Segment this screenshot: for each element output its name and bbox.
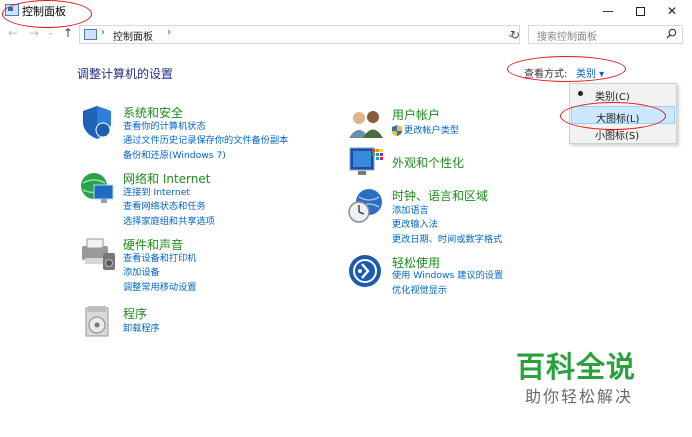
- watermark-subtitle: 助你轻松解决: [525, 387, 634, 406]
- menu-item-small-icons[interactable]: 小图标(S): [571, 124, 675, 142]
- link-change-account-type[interactable]: 更改帐户类型: [404, 124, 459, 137]
- search-placeholder: 搜索控制面板: [537, 32, 597, 43]
- maximize-icon: [635, 6, 645, 16]
- link-connect-internet[interactable]: 连接到 Internet: [123, 186, 190, 199]
- link-change-input-method[interactable]: 更改输入法: [392, 218, 438, 231]
- address-bar[interactable]: › 控制面板 › ⌄: [79, 25, 520, 44]
- page-title: 调整计算机的设置: [77, 67, 174, 81]
- network-globe-icon: [81, 173, 114, 203]
- link-backup-restore[interactable]: 备份和还原(Windows 7): [123, 149, 226, 162]
- watermark-title: 百科全说: [516, 350, 637, 384]
- link-add-language[interactable]: 添加语言: [392, 204, 429, 217]
- minimize-button[interactable]: —: [590, 0, 626, 22]
- menu-item-small-icons-label: 小图标(S): [595, 131, 640, 142]
- category-appearance[interactable]: 外观和个性化: [392, 154, 464, 171]
- search-input[interactable]: 搜索控制面板: [528, 25, 683, 44]
- printer-speaker-icon: [82, 238, 115, 270]
- view-by-dropdown[interactable]: 类别 ▾: [576, 65, 604, 80]
- refresh-icon[interactable]: ↻: [508, 25, 522, 44]
- breadcrumb-control-panel[interactable]: 控制面板: [113, 28, 153, 43]
- menu-item-large-icons-label: 大图标(L): [596, 114, 640, 125]
- control-panel-icon: [5, 4, 19, 16]
- link-optimize-visual-display[interactable]: 优化视觉显示: [392, 284, 447, 297]
- appearance-monitor-icon: [349, 147, 383, 175]
- link-file-history[interactable]: 通过文件历史记录保存你的文件备份副本: [123, 134, 288, 147]
- window-title: 控制面板: [22, 5, 66, 18]
- view-by-menu: 类别(C) 大图标(L) 小图标(S): [569, 83, 677, 144]
- link-homegroup[interactable]: 选择家庭组和共享选项: [123, 215, 215, 228]
- link-windows-suggested-settings[interactable]: 使用 Windows 建议的设置: [392, 269, 503, 282]
- link-view-computer-status[interactable]: 查看你的计算机状态: [123, 120, 206, 133]
- uac-shield-icon: [392, 125, 402, 136]
- link-uninstall-program[interactable]: 卸载程序: [123, 322, 160, 335]
- ease-of-access-icon: [349, 255, 381, 287]
- menu-item-category[interactable]: 类别(C): [571, 85, 675, 103]
- user-accounts-icon: [349, 111, 383, 138]
- link-devices-printers[interactable]: 查看设备和打印机: [123, 252, 197, 265]
- link-add-device[interactable]: 添加设备: [123, 266, 160, 279]
- menu-item-large-icons[interactable]: 大图标(L): [571, 106, 675, 125]
- title-bar: 控制面板 — ✕: [0, 0, 692, 22]
- breadcrumb-separator: ›: [101, 27, 105, 38]
- link-date-time-format[interactable]: 更改日期、时间或数字格式: [392, 233, 502, 246]
- shield-icon: [83, 106, 111, 139]
- recent-dropdown[interactable]: ⌄: [47, 28, 55, 38]
- control-panel-icon: [84, 29, 97, 40]
- category-system-security[interactable]: 系统和安全: [123, 104, 183, 121]
- close-button[interactable]: ✕: [654, 0, 690, 22]
- category-clock-language-region[interactable]: 时钟、语言和区域: [392, 187, 488, 204]
- back-button[interactable]: ←: [8, 26, 18, 40]
- category-user-accounts[interactable]: 用户帐户: [392, 106, 440, 123]
- selected-bullet-icon: [578, 91, 583, 96]
- view-by-label: 查看方式:: [524, 69, 568, 80]
- category-network-internet[interactable]: 网络和 Internet: [123, 170, 210, 187]
- category-hardware-sound[interactable]: 硬件和声音: [123, 236, 183, 253]
- forward-button[interactable]: →: [29, 26, 39, 40]
- menu-item-category-label: 类别(C): [595, 92, 630, 103]
- search-icon[interactable]: [666, 28, 677, 39]
- link-network-status[interactable]: 查看网络状态和任务: [123, 200, 206, 213]
- link-mobility-settings[interactable]: 调整常用移动设置: [123, 281, 197, 294]
- up-button[interactable]: ↑: [63, 26, 73, 40]
- breadcrumb-separator[interactable]: ›: [167, 27, 171, 38]
- clock-globe-icon: [348, 189, 382, 223]
- programs-icon: [85, 306, 109, 337]
- maximize-button[interactable]: [622, 0, 658, 22]
- category-programs[interactable]: 程序: [123, 305, 147, 322]
